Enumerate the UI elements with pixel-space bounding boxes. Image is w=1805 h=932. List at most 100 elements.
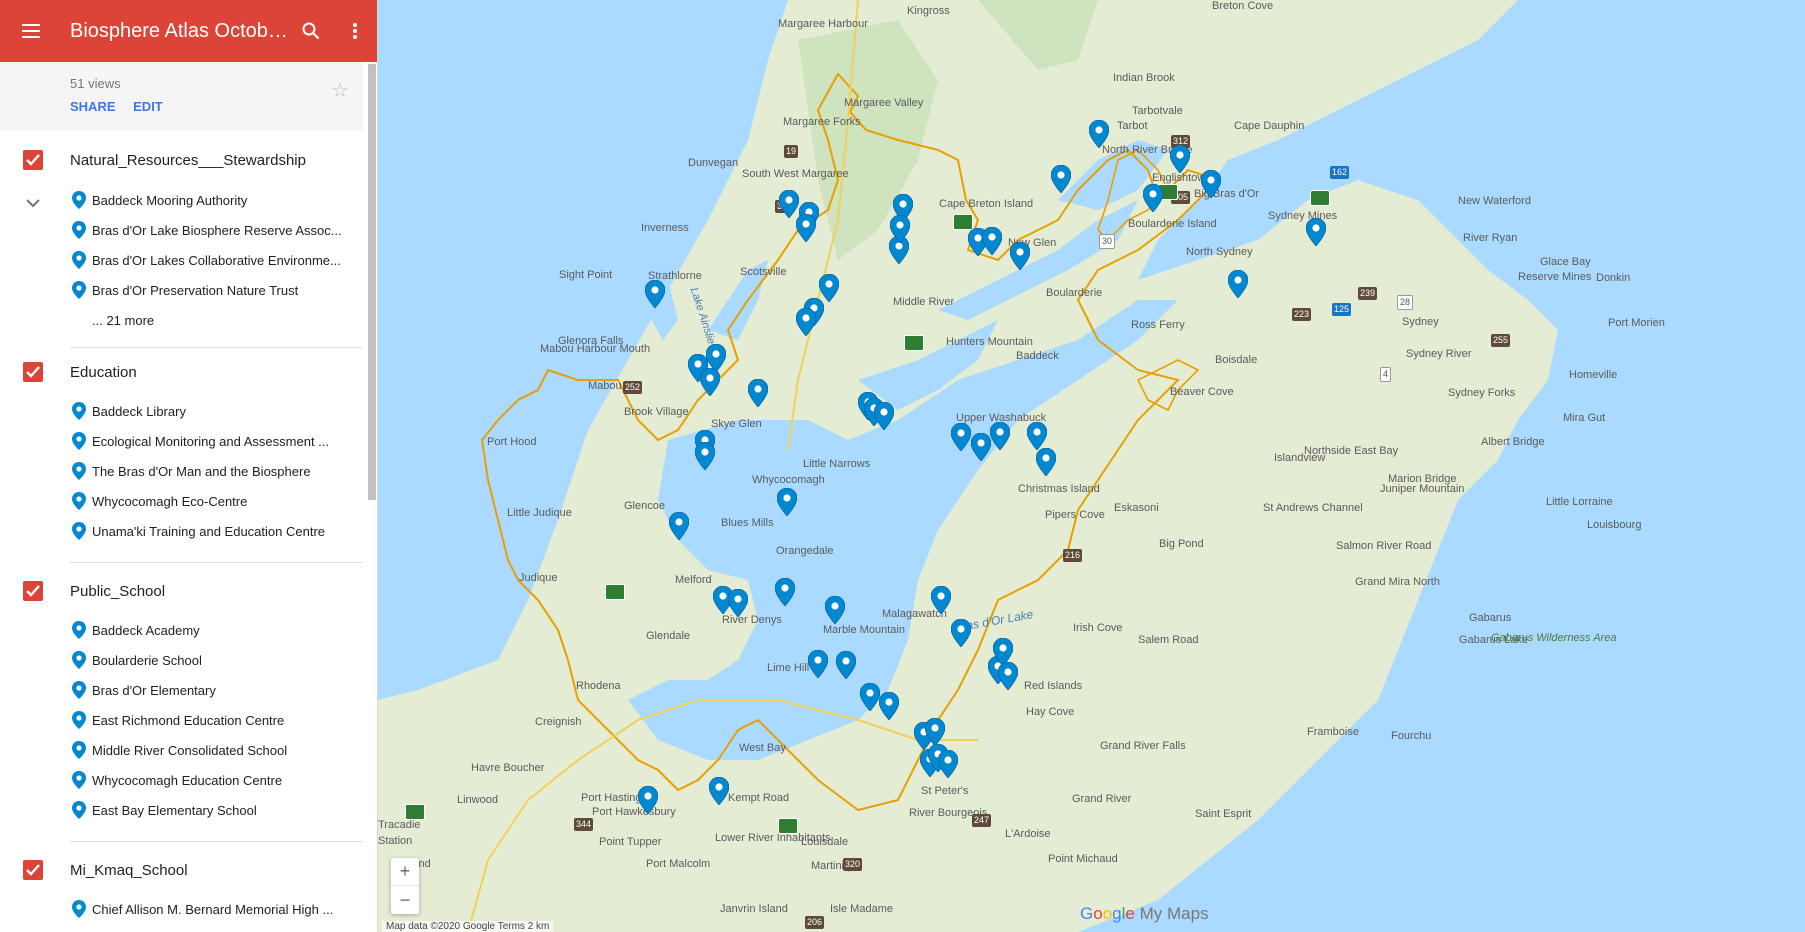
map-marker-icon[interactable] — [669, 512, 689, 540]
map-marker-icon[interactable] — [1027, 422, 1047, 450]
map-marker-icon[interactable] — [1010, 242, 1030, 270]
map-canvas[interactable]: Kingross Breton Cove Margaree Harbour In… — [378, 0, 1805, 932]
place-label: Breton Cove — [1212, 0, 1274, 12]
map-marker-icon[interactable] — [990, 422, 1010, 450]
route-shield: 19 — [784, 145, 799, 158]
map-marker-icon[interactable] — [951, 619, 971, 647]
menu-icon[interactable] — [0, 0, 64, 62]
place-label: St Peter's — [921, 785, 969, 797]
layer-checkbox[interactable] — [23, 860, 43, 880]
map-marker-icon[interactable] — [777, 488, 797, 516]
place-label: Melford — [675, 574, 712, 586]
place-pin-icon — [72, 191, 86, 209]
map-marker-icon[interactable] — [998, 662, 1018, 690]
map-marker-icon[interactable] — [925, 718, 945, 746]
map-marker-icon[interactable] — [874, 402, 894, 430]
list-item[interactable]: Baddeck Library — [0, 396, 377, 426]
star-icon[interactable]: ☆ — [331, 78, 349, 103]
map-marker-icon[interactable] — [938, 750, 958, 778]
map-marker-icon[interactable] — [825, 596, 845, 624]
place-label: Boisdale — [1215, 354, 1258, 366]
list-item[interactable]: Bras d'Or Elementary — [0, 675, 377, 705]
list-item[interactable]: Baddeck Academy — [0, 615, 377, 645]
place-pin-icon — [72, 711, 86, 729]
map-marker-icon[interactable] — [951, 423, 971, 451]
layer-name[interactable]: Natural_Resources___Stewardship — [70, 152, 306, 169]
more-vert-icon[interactable] — [333, 0, 377, 62]
map-marker-icon[interactable] — [728, 589, 748, 617]
place-label: Margaree Valley — [844, 97, 924, 109]
list-item[interactable]: Boularderie School — [0, 645, 377, 675]
map-marker-icon[interactable] — [1306, 218, 1326, 246]
map-marker-icon[interactable] — [860, 683, 880, 711]
map-attribution: Map data ©2020 Google Terms 2 km — [382, 921, 554, 932]
share-button[interactable]: SHARE — [70, 99, 116, 114]
map-marker-icon[interactable] — [1089, 120, 1109, 148]
list-item[interactable]: Ecological Monitoring and Assessment ... — [0, 426, 377, 456]
route-shield: 125 — [1332, 303, 1352, 316]
map-marker-icon[interactable] — [1228, 270, 1248, 298]
place-label: Grand River Falls — [1100, 740, 1186, 752]
layer-name[interactable]: Education — [70, 364, 137, 381]
map-marker-icon[interactable] — [971, 433, 991, 461]
search-icon[interactable] — [289, 0, 333, 62]
list-item[interactable]: East Bay Elementary School — [0, 795, 377, 825]
map-marker-icon[interactable] — [748, 379, 768, 407]
list-item[interactable]: Bras d'Or Lakes Collaborative Environme.… — [0, 245, 377, 275]
map-marker-icon[interactable] — [890, 215, 910, 243]
place-label: Eskasoni — [1114, 502, 1159, 514]
zoom-in-button[interactable]: + — [391, 858, 419, 886]
map-marker-icon[interactable] — [879, 692, 899, 720]
map-marker-icon[interactable] — [796, 214, 816, 242]
map-marker-icon[interactable] — [982, 227, 1002, 255]
more-items-link[interactable]: ... 21 more — [0, 305, 377, 335]
route-shield: 344 — [574, 818, 594, 831]
place-label: Havre Boucher — [471, 762, 545, 774]
route-shield: 216 — [1063, 549, 1083, 562]
layer-name[interactable]: Public_School — [70, 583, 165, 600]
map-marker-icon[interactable] — [1143, 184, 1163, 212]
map-marker-icon[interactable] — [700, 368, 720, 396]
list-item[interactable]: East Richmond Education Centre — [0, 705, 377, 735]
list-item[interactable]: Whycocomagh Education Centre — [0, 765, 377, 795]
place-label: Beaver Cove — [1170, 386, 1234, 398]
edit-button[interactable]: EDIT — [133, 99, 163, 114]
map-marker-icon[interactable] — [1036, 448, 1056, 476]
map-marker-icon[interactable] — [836, 651, 856, 679]
map-marker-icon[interactable] — [1201, 170, 1221, 198]
layer-checkbox[interactable] — [23, 150, 43, 170]
zoom-out-button[interactable]: − — [391, 886, 419, 914]
layer-checkbox[interactable] — [23, 362, 43, 382]
place-label: Irish Cove — [1073, 622, 1123, 634]
list-item[interactable]: Unama'ki Training and Education Centre — [0, 516, 377, 546]
route-shield: 4 — [1380, 367, 1392, 382]
map-marker-icon[interactable] — [638, 786, 658, 814]
map-marker-icon[interactable] — [1170, 145, 1190, 173]
place-label: Sydney — [1402, 316, 1439, 328]
map-marker-icon[interactable] — [1051, 165, 1071, 193]
list-item[interactable]: Chief Allison M. Bernard Memorial High .… — [0, 894, 377, 924]
item-label: Unama'ki Training and Education Centre — [92, 523, 326, 539]
place-label: Ross Ferry — [1131, 319, 1185, 331]
list-item[interactable]: Baddeck Mooring Authority — [0, 185, 377, 215]
place-label: Marble Mountain — [823, 624, 905, 636]
list-item[interactable]: Whycocomagh Eco-Centre — [0, 486, 377, 516]
map-marker-icon[interactable] — [775, 578, 795, 606]
layer-checkbox[interactable] — [23, 581, 43, 601]
place-label: Middle River — [893, 296, 955, 308]
list-item[interactable]: The Bras d'Or Man and the Biosphere — [0, 456, 377, 486]
list-item[interactable]: Bras d'Or Lake Biosphere Reserve Assoc..… — [0, 215, 377, 245]
place-label: Big Pond — [1159, 538, 1204, 550]
map-marker-icon[interactable] — [796, 308, 816, 336]
map-marker-icon[interactable] — [695, 442, 715, 470]
map-marker-icon[interactable] — [931, 586, 951, 614]
list-item[interactable]: Bras d'Or Preservation Nature Trust — [0, 275, 377, 305]
map-title[interactable]: Biosphere Atlas October 2020 — [64, 20, 289, 43]
place-label: Pipers Cove — [1045, 509, 1105, 521]
layer-name[interactable]: Mi_Kmaq_School — [70, 862, 188, 879]
map-marker-icon[interactable] — [808, 650, 828, 678]
map-marker-icon[interactable] — [709, 777, 729, 805]
map-marker-icon[interactable] — [645, 280, 665, 308]
place-label: Kingross — [907, 5, 950, 17]
list-item[interactable]: Middle River Consolidated School — [0, 735, 377, 765]
